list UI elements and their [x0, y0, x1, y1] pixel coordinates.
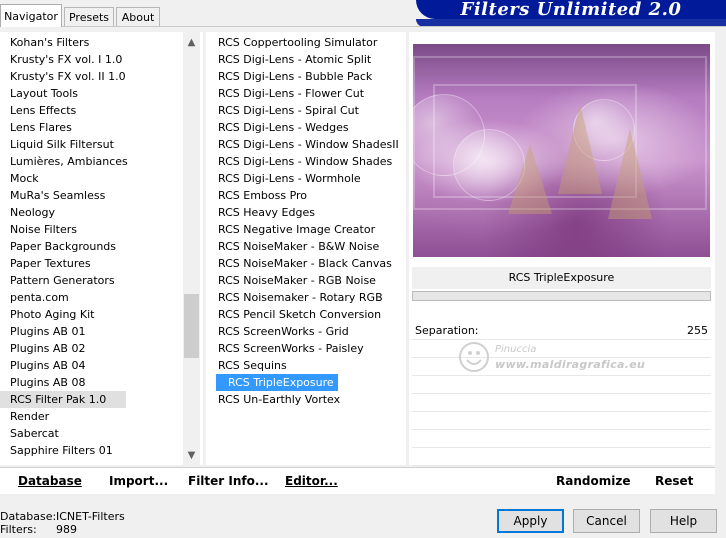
- param-value: 255: [687, 324, 708, 337]
- category-list-item[interactable]: Lens Effects: [0, 102, 128, 119]
- help-button[interactable]: Help: [650, 509, 717, 533]
- category-list[interactable]: Kohan's Filters Krusty's FX vol. I 1.0 Kru…: [0, 32, 203, 465]
- category-list-item[interactable]: Lumières, Ambiances: [0, 153, 128, 170]
- filter-list-item[interactable]: RCS Pencil Sketch Conversion: [206, 306, 399, 323]
- filter-list-item[interactable]: RCS Un-Earthly Vortex: [206, 391, 399, 408]
- filter-list-item[interactable]: RCS Digi-Lens - Window ShadesII: [206, 136, 399, 153]
- filter-list-item[interactable]: RCS Heavy Edges: [206, 204, 399, 221]
- param-row-empty: [412, 448, 711, 466]
- editor-button-label: Editor...: [285, 474, 338, 488]
- category-list-item[interactable]: Plugins AB 04: [0, 357, 128, 374]
- filter-info-button[interactable]: Filter Info...: [188, 474, 269, 488]
- category-list-item[interactable]: Pattern Generators: [0, 272, 128, 289]
- param-row-separation[interactable]: Separation: 255: [412, 322, 711, 340]
- selected-filter-title: RCS TripleExposure: [412, 267, 711, 289]
- category-scrollbar[interactable]: [183, 32, 200, 465]
- category-list-item[interactable]: Plugins AB 02: [0, 340, 128, 357]
- filter-list-item[interactable]: RCS NoiseMaker - Black Canvas: [206, 255, 399, 272]
- category-list-item[interactable]: Layout Tools: [0, 85, 128, 102]
- editor-button[interactable]: Editor...: [285, 474, 338, 488]
- filter-list-item[interactable]: RCS Noisemaker - Rotary RGB: [206, 289, 399, 306]
- filter-list[interactable]: RCS Coppertooling Simulator RCS Digi-Lens…: [206, 32, 406, 465]
- category-list-item[interactable]: penta.com: [0, 289, 128, 306]
- category-list-item[interactable]: Paper Textures: [0, 255, 128, 272]
- category-list-item[interactable]: Krusty's FX vol. I 1.0: [0, 51, 128, 68]
- preview-tree-shape: [608, 129, 652, 219]
- category-list-item[interactable]: Sapphire Filters 01: [0, 442, 128, 459]
- filter-list-item[interactable]: RCS Digi-Lens - Window Shades: [206, 153, 399, 170]
- filter-list-item[interactable]: RCS Digi-Lens - Wormhole: [206, 170, 399, 187]
- category-list-item[interactable]: Kohan's Filters: [0, 34, 128, 51]
- watermark-logo-icon: [459, 342, 489, 372]
- category-list-item[interactable]: Mock: [0, 170, 128, 187]
- database-button-label: Database: [18, 474, 82, 488]
- category-list-item[interactable]: RCS Filter Pak 1.0: [0, 391, 126, 408]
- category-list-item[interactable]: Plugins AB 08: [0, 374, 128, 391]
- filter-list-item[interactable]: RCS Digi-Lens - Bubble Pack: [206, 68, 399, 85]
- filter-list-item[interactable]: RCS NoiseMaker - B&W Noise: [206, 238, 399, 255]
- param-label: Separation:: [415, 324, 479, 337]
- category-list-item[interactable]: Noise Filters: [0, 221, 128, 238]
- category-list-item[interactable]: MuRa's Seamless: [0, 187, 128, 204]
- app-banner: Filters Unlimited 2.0: [416, 0, 726, 19]
- category-list-item[interactable]: Lens Flares: [0, 119, 128, 136]
- scroll-down-arrow-icon[interactable]: ▼: [183, 447, 200, 464]
- preview-tree-shape: [508, 144, 552, 214]
- category-list-item[interactable]: Paper Backgrounds: [0, 238, 128, 255]
- apply-button[interactable]: Apply: [497, 509, 564, 533]
- tab-navigator[interactable]: Navigator: [0, 4, 62, 27]
- filter-list-item[interactable]: RCS Digi-Lens - Atomic Split: [206, 51, 399, 68]
- filter-list-item[interactable]: RCS Emboss Pro: [206, 187, 399, 204]
- filter-info-button-label: Filter Info...: [188, 474, 269, 488]
- category-list-item[interactable]: Liquid Silk Filtersut: [0, 136, 128, 153]
- reset-button-label: Reset: [655, 474, 694, 488]
- reset-button[interactable]: Reset: [655, 474, 693, 488]
- filter-list-item[interactable]: RCS Digi-Lens - Wedges: [206, 119, 399, 136]
- randomize-button-label: Randomize: [556, 474, 631, 488]
- watermark-name: Pinuccia: [495, 344, 537, 355]
- param-row-empty: [412, 412, 711, 430]
- database-button[interactable]: Database: [18, 474, 82, 488]
- progress-bar: [412, 291, 711, 301]
- import-button-label: Import...: [109, 474, 169, 488]
- filter-list-item[interactable]: RCS Sequins: [206, 357, 399, 374]
- filters-label: Filters:: [0, 523, 37, 536]
- filter-list-item[interactable]: RCS Coppertooling Simulator: [206, 34, 399, 51]
- randomize-button[interactable]: Randomize: [556, 474, 630, 488]
- preview-image: [413, 44, 710, 257]
- import-button[interactable]: Import...: [109, 474, 168, 488]
- category-list-item[interactable]: Render: [0, 408, 128, 425]
- filter-list-item[interactable]: RCS Digi-Lens - Spiral Cut: [206, 102, 399, 119]
- watermark-site: www.maldiragrafica.eu: [495, 358, 646, 371]
- watermark: Pinuccia www.maldiragrafica.eu: [455, 340, 645, 390]
- category-list-item[interactable]: Photo Aging Kit: [0, 306, 128, 323]
- filter-list-item[interactable]: RCS ScreenWorks - Paisley: [206, 340, 399, 357]
- param-row-empty: [412, 430, 711, 448]
- scroll-thumb[interactable]: [184, 294, 199, 358]
- cancel-button[interactable]: Cancel: [573, 509, 640, 533]
- category-list-item[interactable]: Sabercat: [0, 425, 128, 442]
- category-list-item[interactable]: Krusty's FX vol. II 1.0: [0, 68, 128, 85]
- tab-presets[interactable]: Presets: [64, 7, 114, 26]
- filter-list-item[interactable]: RCS NoiseMaker - RGB Noise: [206, 272, 399, 289]
- database-label: Database:: [0, 510, 57, 523]
- filter-list-item[interactable]: RCS Negative Image Creator: [206, 221, 399, 238]
- param-row-empty: [412, 394, 711, 412]
- filter-list-item[interactable]: RCS Digi-Lens - Flower Cut: [206, 85, 399, 102]
- filters-count: 989: [56, 523, 77, 536]
- tab-about[interactable]: About: [116, 7, 160, 26]
- scroll-up-arrow-icon[interactable]: ▲: [183, 34, 200, 51]
- filter-list-item[interactable]: RCS ScreenWorks - Grid: [206, 323, 399, 340]
- category-list-item[interactable]: Plugins AB 01: [0, 323, 128, 340]
- database-value: ICNET-Filters: [56, 510, 125, 523]
- preview-tree-shape: [558, 104, 602, 194]
- filter-list-item[interactable]: RCS TripleExposure: [216, 374, 338, 391]
- category-list-item[interactable]: Neology: [0, 204, 128, 221]
